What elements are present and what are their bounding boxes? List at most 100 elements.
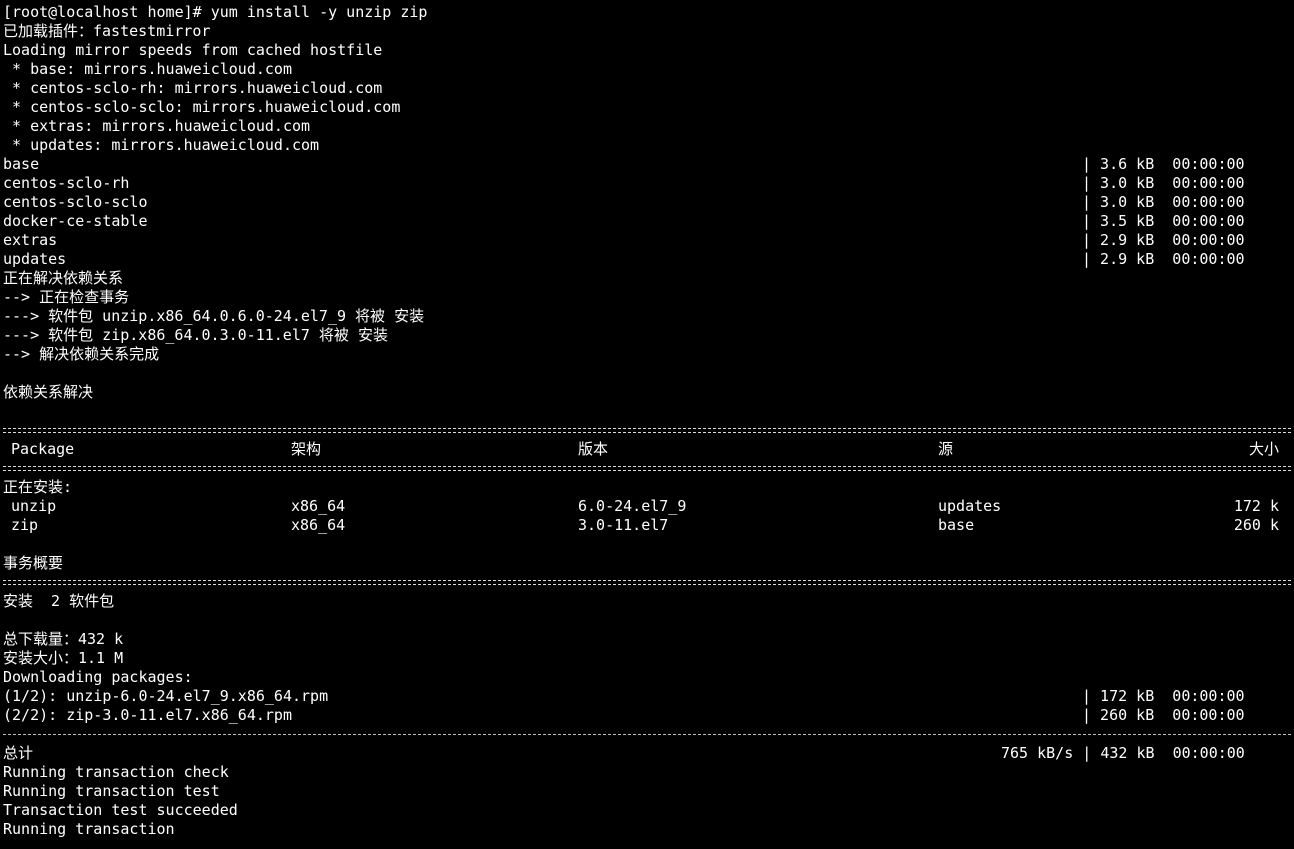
header-package: Package xyxy=(11,440,75,458)
installing-label: 正在安装: xyxy=(3,478,73,496)
downloading-label: Downloading packages: xyxy=(3,668,193,686)
loading-text: Loading mirror speeds from cached hostfi… xyxy=(3,41,383,59)
separator-rule xyxy=(3,466,1291,471)
mirror-line: * centos-sclo-sclo: mirrors.huaweicloud.… xyxy=(3,98,1291,117)
header-size: 大小 xyxy=(1248,440,1279,458)
table-header-row: Package 架构 版本 源 大小 xyxy=(3,440,1291,459)
header-repo: 源 xyxy=(938,440,954,458)
repo-name: docker-ce-stable xyxy=(3,212,148,230)
install-size: 安装大小：1.1 M xyxy=(3,649,124,667)
repo-stat: | 3.5 kB 00:00:00 xyxy=(1082,212,1245,230)
download-stat: | 172 kB 00:00:00 xyxy=(1082,687,1245,705)
transaction-text: Running transaction xyxy=(3,820,175,838)
repo-line: centos-sclo-rh | 3.0 kB 00:00:00 xyxy=(3,174,1291,193)
command-prompt-line: [root@localhost home]# yum install -y un… xyxy=(3,3,1291,22)
repo-stat: | 3.0 kB 00:00:00 xyxy=(1082,193,1245,211)
loading-mirrors-line: Loading mirror speeds from cached hostfi… xyxy=(3,41,1291,60)
total-download-line: 总下载量：432 k xyxy=(3,630,1291,649)
plugins-line: 已加载插件：fastestmirror xyxy=(3,22,1291,41)
resolve-line: ---> 软件包 unzip.x86_64.0.6.0-24.el7_9 将被 … xyxy=(3,307,1291,326)
table-row: zip x86_64 3.0-11.el7 base 260 k xyxy=(3,516,1291,535)
repo-stat: | 2.9 kB 00:00:00 xyxy=(1082,231,1245,249)
mirror-text: * centos-sclo-sclo: mirrors.huaweicloud.… xyxy=(3,98,401,116)
resolve-text: ---> 软件包 unzip.x86_64.0.6.0-24.el7_9 将被 … xyxy=(3,307,425,325)
transaction-line: Running transaction check xyxy=(3,763,1291,782)
download-line: (2/2): zip-3.0-11.el7.x86_64.rpm | 260 kB… xyxy=(3,706,1291,725)
repo-name: centos-sclo-sclo xyxy=(3,193,148,211)
mirror-line: * extras: mirrors.huaweicloud.com xyxy=(3,117,1291,136)
header-arch: 架构 xyxy=(291,440,322,458)
mirror-text: * base: mirrors.huaweicloud.com xyxy=(3,60,292,78)
mirror-line: * updates: mirrors.huaweicloud.com xyxy=(3,136,1291,155)
cell-package: zip xyxy=(11,516,39,534)
total-label: 总计 xyxy=(3,744,34,762)
repo-name: extras xyxy=(3,231,58,249)
repo-line: base | 3.6 kB 00:00:00 xyxy=(3,155,1291,174)
resolve-text: --> 正在检查事务 xyxy=(3,288,130,306)
download-name: (2/2): zip-3.0-11.el7.x86_64.rpm xyxy=(3,706,292,724)
resolved-line: 依赖关系解决 xyxy=(3,383,1291,402)
cell-repo: base xyxy=(938,516,975,534)
mirror-line: * centos-sclo-rh: mirrors.huaweicloud.co… xyxy=(3,79,1291,98)
single-rule xyxy=(3,725,1291,744)
repo-name: base xyxy=(3,155,40,173)
downloading-label-line: Downloading packages: xyxy=(3,668,1291,687)
separator-rule xyxy=(3,580,1291,585)
summary-title-line: 事务概要 xyxy=(3,554,1291,573)
resolve-text: 正在解决依赖关系 xyxy=(3,269,124,287)
repo-line: centos-sclo-sclo | 3.0 kB 00:00:00 xyxy=(3,193,1291,212)
repo-stat: | 2.9 kB 00:00:00 xyxy=(1082,250,1245,268)
double-rule xyxy=(3,459,1291,478)
cell-arch: x86_64 xyxy=(291,516,346,534)
resolved-text: 依赖关系解决 xyxy=(3,383,94,401)
install-size-line: 安装大小：1.1 M xyxy=(3,649,1291,668)
download-line: (1/2): unzip-6.0-24.el7_9.x86_64.rpm | 17… xyxy=(3,687,1291,706)
repo-line: docker-ce-stable | 3.5 kB 00:00:00 xyxy=(3,212,1291,231)
transaction-text: Transaction test succeeded xyxy=(3,801,238,819)
cell-arch: x86_64 xyxy=(291,497,346,515)
transaction-line: Transaction test succeeded xyxy=(3,801,1291,820)
download-name: (1/2): unzip-6.0-24.el7_9.x86_64.rpm xyxy=(3,687,329,705)
total-download: 总下载量：432 k xyxy=(3,630,124,648)
repo-stat: | 3.6 kB 00:00:00 xyxy=(1082,155,1245,173)
cell-size: 260 k xyxy=(1233,516,1279,534)
transaction-line: Running transaction xyxy=(3,820,1291,839)
total-line: 总计 765 kB/s | 432 kB 00:00:00 xyxy=(3,744,1291,763)
resolve-line: --> 解决依赖关系完成 xyxy=(3,345,1291,364)
prompt-text: [root@localhost home]# yum install -y un… xyxy=(3,3,428,21)
summary-title: 事务概要 xyxy=(3,554,64,572)
terminal-output[interactable]: [root@localhost home]# yum install -y un… xyxy=(3,3,1291,839)
resolve-line: --> 正在检查事务 xyxy=(3,288,1291,307)
repo-name: updates xyxy=(3,250,67,268)
cell-version: 6.0-24.el7_9 xyxy=(578,497,687,515)
cell-repo: updates xyxy=(938,497,1002,515)
separator-rule xyxy=(3,428,1291,433)
mirror-text: * extras: mirrors.huaweicloud.com xyxy=(3,117,311,135)
mirror-text: * centos-sclo-rh: mirrors.huaweicloud.co… xyxy=(3,79,383,97)
transaction-text: Running transaction check xyxy=(3,763,229,781)
table-row: unzip x86_64 6.0-24.el7_9 updates 172 k xyxy=(3,497,1291,516)
resolve-text: ---> 软件包 zip.x86_64.0.3.0-11.el7 将被 安装 xyxy=(3,326,388,344)
resolve-text: --> 解决依赖关系完成 xyxy=(3,345,160,363)
cell-size: 172 k xyxy=(1233,497,1279,515)
resolve-line: 正在解决依赖关系 xyxy=(3,269,1291,288)
mirror-text: * updates: mirrors.huaweicloud.com xyxy=(3,136,320,154)
repo-stat: | 3.0 kB 00:00:00 xyxy=(1082,174,1245,192)
mirror-line: * base: mirrors.huaweicloud.com xyxy=(3,60,1291,79)
header-version: 版本 xyxy=(578,440,609,458)
repo-line: updates | 2.9 kB 00:00:00 xyxy=(3,250,1291,269)
double-rule xyxy=(3,573,1291,592)
repo-name: centos-sclo-rh xyxy=(3,174,130,192)
double-rule xyxy=(3,421,1291,440)
cell-package: unzip xyxy=(11,497,57,515)
plugins-text: 已加载插件：fastestmirror xyxy=(3,22,211,40)
total-stat: 765 kB/s | 432 kB 00:00:00 xyxy=(1001,744,1245,762)
installing-label-line: 正在安装: xyxy=(3,478,1291,497)
repo-line: extras | 2.9 kB 00:00:00 xyxy=(3,231,1291,250)
cell-version: 3.0-11.el7 xyxy=(578,516,669,534)
transaction-line: Running transaction test xyxy=(3,782,1291,801)
